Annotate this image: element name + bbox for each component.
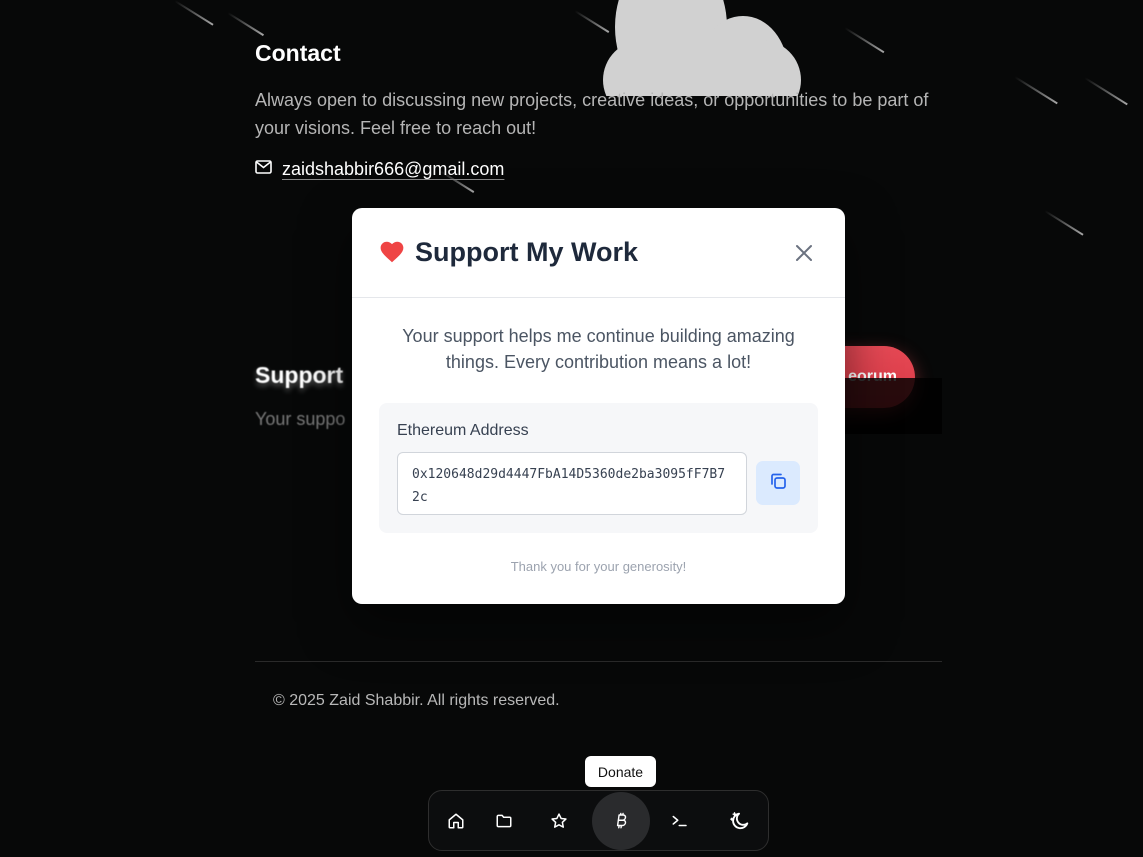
dock-item-theme[interactable]	[710, 791, 770, 851]
copy-button[interactable]	[756, 461, 800, 505]
star-icon	[551, 813, 567, 828]
email-link[interactable]: zaidshabbir666@gmail.com	[282, 159, 504, 180]
footer-divider	[255, 661, 942, 662]
mail-icon	[255, 160, 272, 179]
shadow-overlay	[845, 378, 942, 434]
bottom-dock	[428, 790, 769, 851]
terminal-icon	[672, 815, 687, 827]
copyright-text: © 2025 Zaid Shabbir. All rights reserved…	[273, 692, 560, 709]
contact-heading: Contact	[255, 40, 341, 66]
ethereum-address-label: Ethereum Address	[397, 422, 529, 439]
dock-item-terminal[interactable]	[650, 791, 710, 851]
support-description: Your suppo	[255, 409, 346, 429]
bitcoin-icon	[616, 812, 627, 829]
copy-icon	[769, 472, 787, 495]
close-icon[interactable]	[792, 241, 816, 265]
modal-description: Your support helps me continue building …	[402, 326, 795, 372]
moon-icon	[730, 812, 749, 830]
home-icon	[448, 813, 464, 829]
email-row: zaidshabbir666@gmail.com	[255, 159, 504, 180]
ethereum-address-panel: Ethereum Address 0x120648d29d4447FbA14D5…	[379, 403, 818, 533]
contact-description: Always open to discussing new projects, …	[255, 90, 929, 138]
support-heading: Support	[255, 362, 344, 388]
cloud-illustration	[603, 0, 801, 96]
dock-item-favorites[interactable]	[529, 791, 589, 851]
modal-title: Support My Work	[415, 237, 639, 267]
heart-icon	[379, 239, 405, 265]
thanks-text: Thank you for your generosity!	[510, 559, 687, 574]
dock-item-donate[interactable]	[591, 791, 651, 851]
dock-tooltip: Donate	[585, 756, 656, 787]
folder-icon	[496, 814, 512, 828]
dock-item-projects[interactable]	[474, 791, 534, 851]
modal-header: Support My Work	[352, 208, 845, 298]
ethereum-address-field[interactable]: 0x120648d29d4447FbA14D5360de2ba3095fF7B7…	[397, 452, 747, 515]
support-modal: Support My Work Your support helps me co…	[352, 208, 845, 604]
